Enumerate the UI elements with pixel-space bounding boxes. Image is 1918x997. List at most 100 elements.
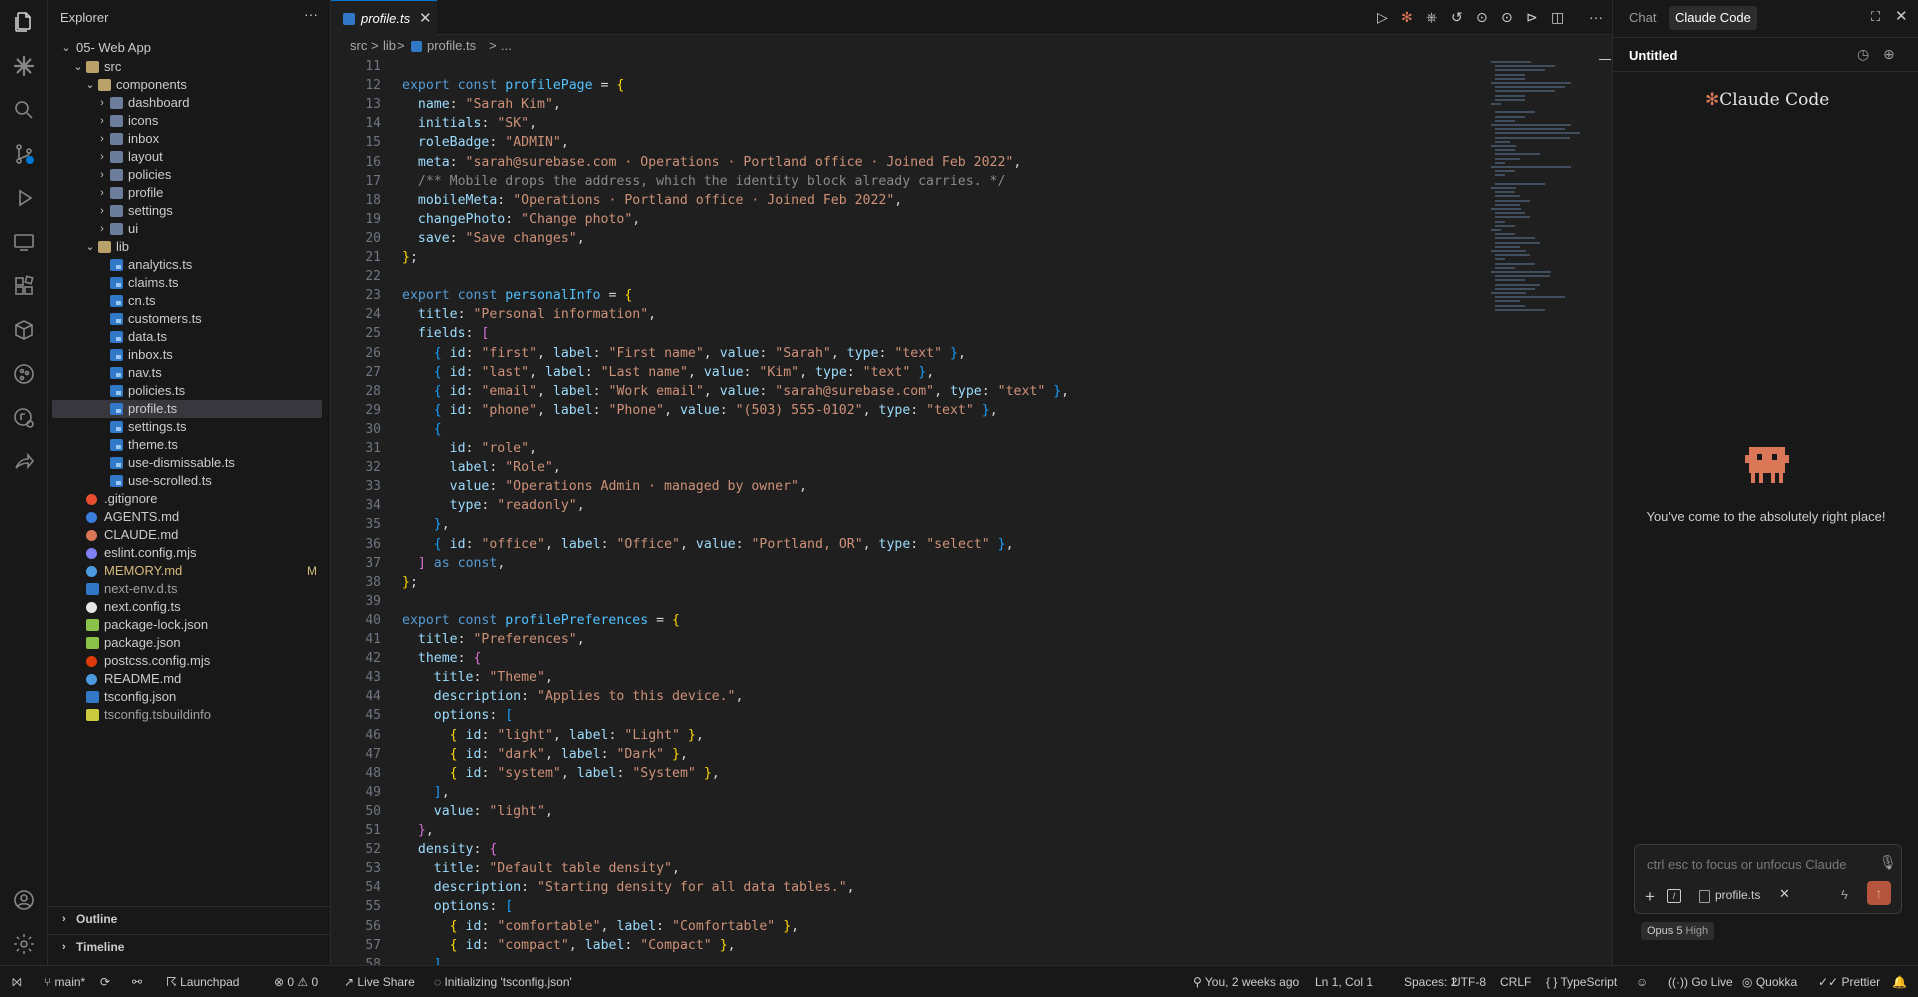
close-panel-icon[interactable]: ✕ xyxy=(1895,7,1908,25)
source-control-icon[interactable] xyxy=(12,142,36,166)
tree-item-nav-ts[interactable]: nav.ts xyxy=(48,364,331,382)
tree-item-cn-ts[interactable]: cn.ts xyxy=(48,292,331,310)
bolt-icon[interactable]: ϟ xyxy=(1841,887,1848,902)
settings-gear-icon[interactable] xyxy=(12,932,36,956)
tree-item-profile-ts[interactable]: profile.ts xyxy=(52,400,322,418)
add-attachment-icon[interactable]: + xyxy=(1645,887,1655,907)
notifications-icon[interactable]: 🔔 xyxy=(1892,975,1907,989)
split-editor-icon[interactable]: ◫ xyxy=(1551,9,1564,26)
run-debug-icon[interactable] xyxy=(12,186,36,210)
go-next-change-icon[interactable]: ⊙ xyxy=(1501,9,1513,26)
new-chat-icon[interactable]: ⊕ xyxy=(1883,46,1895,63)
tree-item--gitignore[interactable]: .gitignore xyxy=(48,490,331,508)
model-selector[interactable]: Opus 5 High xyxy=(1641,922,1715,940)
tree-item-settings[interactable]: › settings xyxy=(48,202,331,220)
quokka-status[interactable]: ◎ Quokka xyxy=(1742,975,1797,989)
problems-status[interactable]: ⊗ 0 ⚠ 0 xyxy=(274,975,318,989)
more-actions-icon[interactable]: ··· xyxy=(304,6,318,22)
tree-item-memory-md[interactable]: MEMORY.md M xyxy=(48,562,331,580)
tree-item-use-scrolled-ts[interactable]: use-scrolled.ts xyxy=(48,472,331,490)
go-previous-change-icon[interactable]: ⊙ xyxy=(1476,9,1488,26)
tree-item-package-json[interactable]: package.json xyxy=(48,634,331,652)
claude-code-icon[interactable]: ✻ xyxy=(1401,9,1413,26)
remote-explorer-icon[interactable] xyxy=(12,230,36,254)
tree-item-inbox[interactable]: › inbox xyxy=(48,130,331,148)
microphone-icon[interactable]: 🎙 xyxy=(1879,854,1897,871)
outline-section[interactable]: › Outline xyxy=(48,906,331,931)
tree-item-data-ts[interactable]: data.ts xyxy=(48,328,331,346)
tab-claude-code[interactable]: Claude Code xyxy=(1669,6,1757,30)
tree-item-policies-ts[interactable]: policies.ts xyxy=(48,382,331,400)
explorer-icon[interactable] xyxy=(12,10,36,34)
breadcrumb-symbol[interactable]: ... xyxy=(501,35,512,57)
git-graph-status-icon[interactable]: ⚯ xyxy=(132,975,142,989)
breadcrumb-src[interactable]: src xyxy=(350,35,367,57)
tree-item-next-env-d-ts[interactable]: next-env.d.ts xyxy=(48,580,331,598)
line-ending[interactable]: CRLF xyxy=(1500,975,1531,989)
run-icon[interactable]: ▷ xyxy=(1377,9,1388,26)
send-button[interactable]: ↑ xyxy=(1867,881,1891,905)
workspace-root[interactable]: ⌄ 05- Web App xyxy=(48,37,331,59)
tree-item-components[interactable]: ⌄ components xyxy=(48,76,331,94)
launchpad-status[interactable]: ☈ Launchpad xyxy=(166,975,239,989)
tree-item-lib[interactable]: ⌄ lib xyxy=(48,238,331,256)
sync-icon[interactable]: ⟳ xyxy=(100,975,110,989)
tree-item-icons[interactable]: › icons xyxy=(48,112,331,130)
tree-item-readme-md[interactable]: README.md xyxy=(48,670,331,688)
git-blame-status[interactable]: ⚲ You, 2 weeks ago xyxy=(1193,975,1299,989)
open-preview-icon[interactable]: ⊳ xyxy=(1526,9,1538,26)
openai-icon[interactable]: ⎈ xyxy=(1426,9,1437,26)
tree-item-inbox-ts[interactable]: inbox.ts xyxy=(48,346,331,364)
tree-item-src[interactable]: ⌄ src xyxy=(48,58,331,76)
tree-item-analytics-ts[interactable]: analytics.ts xyxy=(48,256,331,274)
git-graph-icon[interactable] xyxy=(12,362,36,386)
language-mode[interactable]: { } TypeScript xyxy=(1546,975,1617,989)
tree-item-postcss-config-mjs[interactable]: postcss.config.mjs xyxy=(48,652,331,670)
claude-icon[interactable] xyxy=(12,54,36,78)
live-share-status[interactable]: ↗ Live Share xyxy=(344,975,415,989)
tab-chat[interactable]: Chat xyxy=(1623,6,1662,30)
containers-icon[interactable] xyxy=(12,318,36,342)
code-editor[interactable]: 11 12 13 14 15 16 17 18 19 20 21 22 23 24 25 26 27 28 29 30… xyxy=(331,57,1612,965)
breadcrumb-lib[interactable]: lib xyxy=(383,35,396,57)
tree-item-package-lock-json[interactable]: package-lock.json xyxy=(48,616,331,634)
close-icon[interactable]: ✕ xyxy=(419,9,432,27)
tab-profile-ts[interactable]: profile.ts ✕ xyxy=(331,0,437,35)
slash-command-icon[interactable]: / xyxy=(1667,889,1681,903)
tree-item-eslint-config-mjs[interactable]: eslint.config.mjs xyxy=(48,544,331,562)
tree-item-profile[interactable]: › profile xyxy=(48,184,331,202)
tree-item-tsconfig-json[interactable]: tsconfig.json xyxy=(48,688,331,706)
tree-item-layout[interactable]: › layout xyxy=(48,148,331,166)
search-icon[interactable] xyxy=(12,98,36,122)
copilot-icon[interactable]: ☺ xyxy=(1636,975,1648,989)
tsconfig-status[interactable]: ◌ Initializing 'tsconfig.json' xyxy=(434,975,572,989)
indentation[interactable]: Spaces: 2 xyxy=(1404,975,1457,989)
maximize-panel-icon[interactable]: ⛶ xyxy=(1871,9,1880,25)
tree-item-use-dismissable-ts[interactable]: use-dismissable.ts xyxy=(48,454,331,472)
encoding[interactable]: UTF-8 xyxy=(1452,975,1486,989)
tree-item-ui[interactable]: › ui xyxy=(48,220,331,238)
tree-item-settings-ts[interactable]: settings.ts xyxy=(48,418,331,436)
prompt-input[interactable]: ctrl esc to focus or unfocus Claude xyxy=(1647,857,1846,872)
prettier-status[interactable]: ✓✓ Prettier xyxy=(1818,975,1880,989)
tree-item-theme-ts[interactable]: theme.ts xyxy=(48,436,331,454)
breadcrumb-file[interactable]: profile.ts xyxy=(427,35,476,57)
minimap[interactable] xyxy=(1481,57,1591,327)
go-live-status[interactable]: ((·)) Go Live xyxy=(1668,975,1733,989)
tree-item-dashboard[interactable]: › dashboard xyxy=(48,94,331,112)
branch-status[interactable]: ⑂ main* xyxy=(44,975,85,989)
history-icon[interactable]: ◷ xyxy=(1857,46,1869,63)
account-icon[interactable] xyxy=(12,888,36,912)
tree-item-policies[interactable]: › policies xyxy=(48,166,331,184)
remote-icon[interactable]: ⨝ xyxy=(12,975,22,990)
tree-item-customers-ts[interactable]: customers.ts xyxy=(48,310,331,328)
tree-item-next-config-ts[interactable]: next.config.ts xyxy=(48,598,331,616)
tree-item-agents-md[interactable]: AGENTS.md xyxy=(48,508,331,526)
tree-item-claude-md[interactable]: CLAUDE.md xyxy=(48,526,331,544)
cursor-position[interactable]: Ln 1, Col 1 xyxy=(1315,975,1373,989)
share-icon[interactable] xyxy=(12,450,36,474)
tree-item-tsconfig-tsbuildinfo[interactable]: tsconfig.tsbuildinfo xyxy=(48,706,331,724)
tree-item-claims-ts[interactable]: claims.ts xyxy=(48,274,331,292)
timeline-section[interactable]: › Timeline xyxy=(48,934,331,959)
extensions-icon[interactable] xyxy=(12,274,36,298)
